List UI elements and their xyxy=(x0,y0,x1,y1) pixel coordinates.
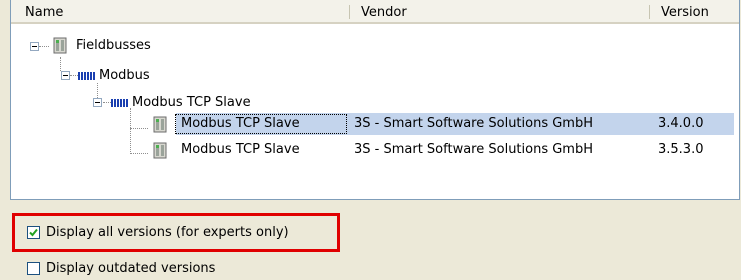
device-tree: Fieldbusses Modbus Modbus TCP Slave Modb… xyxy=(11,24,739,200)
minus-expander-icon[interactable] xyxy=(61,71,70,80)
column-version-header[interactable]: Version xyxy=(661,4,709,21)
tree-connector xyxy=(130,108,131,154)
display-outdated-versions-checkbox[interactable] xyxy=(27,262,40,275)
modbus-icon xyxy=(78,72,95,80)
column-name-header[interactable]: Name xyxy=(25,4,63,21)
fieldbus-device-icon xyxy=(153,116,167,133)
column-separator[interactable] xyxy=(349,5,350,19)
modbus-icon xyxy=(111,99,128,107)
fieldbus-device-icon xyxy=(153,142,167,159)
device-vendor: 3S - Smart Software Solutions GmbH xyxy=(354,142,594,157)
tree-connector xyxy=(60,57,61,71)
checkmark-icon xyxy=(29,228,38,237)
device-version: 3.4.0.0 xyxy=(658,116,704,131)
fieldbus-device-icon xyxy=(53,37,67,54)
minus-expander-icon[interactable] xyxy=(30,42,39,51)
tree-item-label[interactable]: Modbus xyxy=(99,67,150,85)
display-outdated-versions-label[interactable]: Display outdated versions xyxy=(46,261,215,277)
column-vendor-header[interactable]: Vendor xyxy=(361,4,407,21)
tree-item-label[interactable]: Modbus TCP Slave xyxy=(132,94,251,112)
tree-connector xyxy=(130,153,148,154)
device-version: 3.5.3.0 xyxy=(658,142,704,157)
device-name[interactable]: Modbus TCP Slave xyxy=(181,141,300,159)
column-header: Name Vendor Version xyxy=(11,0,739,24)
display-all-versions-checkbox[interactable] xyxy=(27,226,40,239)
device-vendor: 3S - Smart Software Solutions GmbH xyxy=(354,116,594,131)
minus-expander-icon[interactable] xyxy=(93,98,102,107)
tree-connector xyxy=(39,46,49,47)
device-list-panel: Name Vendor Version Fieldbusses Modbus M… xyxy=(10,0,740,200)
device-name[interactable]: Modbus TCP Slave xyxy=(181,115,300,133)
tree-item-label[interactable]: Fieldbusses xyxy=(76,37,151,55)
tree-connector xyxy=(130,128,148,129)
column-separator[interactable] xyxy=(649,5,650,19)
display-all-versions-label[interactable]: Display all versions (for experts only) xyxy=(46,225,289,241)
